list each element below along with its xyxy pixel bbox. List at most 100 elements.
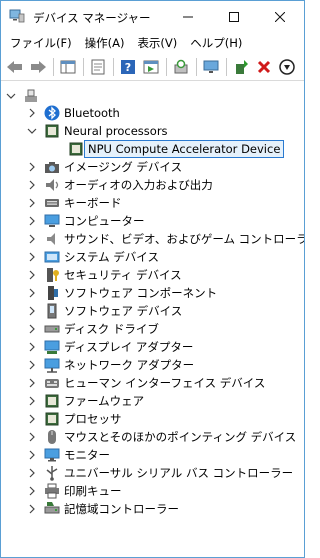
tree-item-label: ソフトウェア デバイス [64, 304, 183, 318]
tree-item-label: 印刷キュー [64, 484, 122, 498]
chevron-right-icon[interactable] [26, 266, 38, 284]
toolbar-separator [83, 58, 84, 76]
device-tree: Bluetooth Neural processors NPU Compute … [1, 82, 304, 557]
menu-file[interactable]: ファイル(F) [5, 35, 77, 51]
chevron-right-icon[interactable] [26, 284, 38, 302]
help-button[interactable]: ? [117, 56, 139, 78]
tree-item-label: ネットワーク アダプター [64, 358, 195, 372]
bluetooth-icon [44, 105, 60, 121]
action-pane-button[interactable] [140, 56, 162, 78]
tree-item-system-devices[interactable]: システム デバイス [26, 248, 159, 266]
display-adapter-icon [44, 339, 60, 355]
tree-item-label: コンピューター [64, 214, 145, 228]
device-manager-icon [9, 9, 25, 23]
show-hide-tree-button[interactable] [57, 56, 79, 78]
tree-item-keyboards[interactable]: キーボード [26, 194, 122, 212]
tree-item-storage-controllers[interactable]: 記憶域コントローラー [26, 500, 179, 518]
chevron-right-icon[interactable] [26, 482, 38, 500]
chevron-right-icon[interactable] [26, 392, 38, 410]
minimize-button[interactable] [165, 1, 211, 32]
tree-item-mice[interactable]: マウスとそのほかのポインティング デバイス [26, 428, 296, 446]
tree-item-computer[interactable]: コンピューター [26, 212, 145, 230]
menu-action[interactable]: 操作(A) [80, 35, 130, 51]
chevron-right-icon[interactable] [26, 500, 38, 518]
chevron-down-icon[interactable] [5, 87, 17, 105]
computer-icon [44, 213, 60, 229]
toolbar-separator [226, 58, 227, 76]
chevron-right-icon[interactable] [26, 248, 38, 266]
storage-controller-icon [44, 501, 60, 517]
disk-icon [44, 321, 60, 337]
tree-item-label: Bluetooth [64, 106, 120, 120]
chevron-right-icon[interactable] [26, 320, 38, 338]
uninstall-device-button[interactable] [253, 56, 275, 78]
tree-item-hid[interactable]: ヒューマン インターフェイス デバイス [26, 374, 265, 392]
tree-item-label: オーディオの入力および出力 [64, 178, 213, 192]
chevron-right-icon[interactable] [26, 338, 38, 356]
chevron-right-icon[interactable] [26, 356, 38, 374]
chevron-right-icon[interactable] [26, 410, 38, 428]
chevron-right-icon[interactable] [26, 446, 38, 464]
chevron-right-icon[interactable] [26, 194, 38, 212]
tree-item-security-devices[interactable]: セキュリティ デバイス [26, 266, 182, 284]
tree-item-display-adapters[interactable]: ディスプレイ アダプター [26, 338, 193, 356]
tree-item-audio-io[interactable]: オーディオの入力および出力 [26, 176, 213, 194]
tree-item-processors[interactable]: プロセッサ [26, 410, 122, 428]
tree-root[interactable] [5, 87, 43, 105]
component-icon [44, 285, 60, 301]
maximize-button[interactable] [211, 1, 257, 32]
monitor-icon [44, 447, 60, 463]
menu-bar: ファイル(F) 操作(A) 表示(V) ヘルプ(H) [1, 32, 304, 53]
properties-button[interactable] [87, 56, 109, 78]
tree-item-usb-controllers[interactable]: ユニバーサル シリアル バス コントローラー [26, 464, 293, 482]
menu-view[interactable]: 表示(V) [132, 35, 182, 51]
disable-device-button[interactable] [276, 56, 298, 78]
camera-icon [44, 159, 60, 175]
tree-item-firmware[interactable]: ファームウェア [26, 392, 144, 410]
tree-item-sound-video-game[interactable]: サウンド、ビデオ、およびゲーム コントローラー [26, 230, 304, 248]
printer-icon [44, 483, 60, 499]
keyboard-icon [44, 195, 60, 211]
computer-icon [23, 88, 39, 104]
tree-item-imaging-devices[interactable]: イメージング デバイス [26, 158, 182, 176]
scan-hardware-button[interactable] [170, 56, 192, 78]
tree-item-label: 記憶域コントローラー [64, 502, 179, 516]
tree-item-label: ヒューマン インターフェイス デバイス [64, 376, 266, 390]
tree-item-label: マウスとそのほかのポインティング デバイス [64, 430, 297, 444]
menu-help[interactable]: ヘルプ(H) [185, 35, 247, 51]
chevron-right-icon[interactable] [26, 374, 38, 392]
tree-item-monitors[interactable]: モニター [26, 446, 110, 464]
tree-item-npu-device[interactable]: NPU Compute Accelerator Device [50, 140, 285, 158]
chevron-down-icon[interactable] [26, 122, 38, 140]
chevron-right-icon[interactable] [26, 302, 38, 320]
tree-item-software-components[interactable]: ソフトウェア コンポーネント [26, 284, 217, 302]
tree-item-software-devices[interactable]: ソフトウェア デバイス [26, 302, 182, 320]
toolbar-separator [113, 58, 114, 76]
tree-item-label: ソフトウェア コンポーネント [64, 286, 218, 300]
chevron-right-icon[interactable] [26, 428, 38, 446]
speaker-icon [44, 231, 60, 247]
chevron-right-icon[interactable] [26, 464, 38, 482]
tree-item-disk-drives[interactable]: ディスク ドライブ [26, 320, 159, 338]
tree-item-bluetooth[interactable]: Bluetooth [26, 104, 120, 122]
update-driver-button[interactable] [230, 56, 252, 78]
tree-item-network-adapters[interactable]: ネットワーク アダプター [26, 356, 194, 374]
tree-item-print-queues[interactable]: 印刷キュー [26, 482, 122, 500]
monitor-button[interactable] [200, 56, 222, 78]
toolbar-separator [196, 58, 197, 76]
toolbar-separator [53, 58, 54, 76]
toolbar-separator [166, 58, 167, 76]
chevron-right-icon[interactable] [26, 212, 38, 230]
chevron-right-icon[interactable] [26, 104, 38, 122]
usb-icon [44, 465, 60, 481]
chevron-right-icon[interactable] [26, 158, 38, 176]
chevron-right-icon[interactable] [26, 230, 38, 248]
chevron-right-icon[interactable] [26, 176, 38, 194]
tree-item-neural-processors[interactable]: Neural processors [26, 122, 168, 140]
tree-item-label: サウンド、ビデオ、およびゲーム コントローラー [64, 232, 304, 246]
back-button[interactable] [4, 56, 26, 78]
folder-icon [44, 249, 60, 265]
close-button[interactable] [257, 1, 303, 32]
forward-button[interactable] [27, 56, 49, 78]
